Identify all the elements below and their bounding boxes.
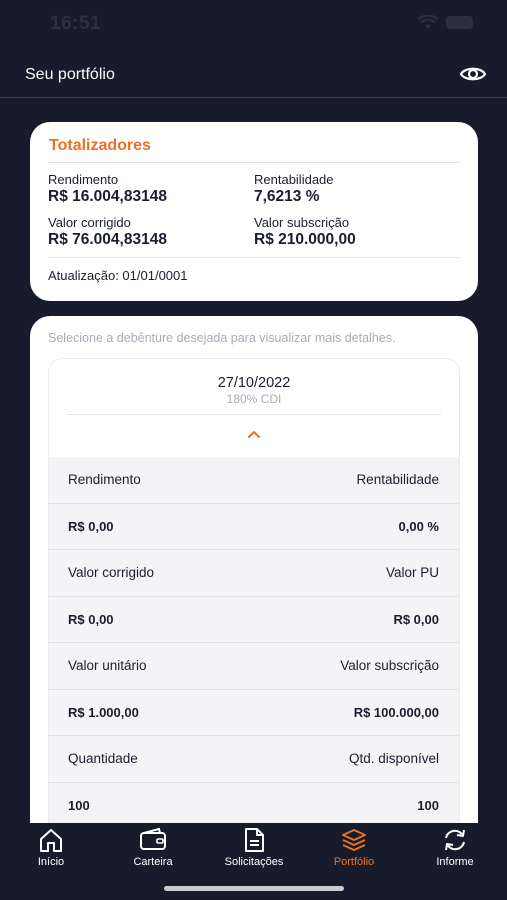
valor-corrigido-label: Valor corrigido: [48, 215, 131, 230]
layers-icon: [342, 829, 366, 851]
row-right: 0,00 %: [398, 518, 439, 534]
row-right: Valor subscrição: [340, 658, 439, 674]
tab-carteira[interactable]: Carteira: [103, 823, 203, 873]
debenture-date: 27/10/2022: [217, 375, 291, 391]
row-right: R$ 100.000,00: [353, 704, 439, 720]
table-row: Quantidade Qtd. disponível: [49, 736, 459, 783]
row-right: Valor PU: [385, 565, 439, 581]
tab-label: Carteira: [133, 856, 173, 868]
row-left: R$ 0,00: [68, 611, 114, 627]
chevron-up-icon[interactable]: [247, 429, 261, 439]
refresh-icon: [445, 829, 465, 851]
tab-inicio[interactable]: Início: [1, 823, 101, 873]
status-icons: [418, 15, 473, 30]
tab-portfolio[interactable]: Portfólio: [304, 823, 404, 873]
valor-subscricao-value: R$ 210.000,00: [254, 231, 356, 248]
table-row: R$ 0,00 R$ 0,00: [49, 596, 459, 643]
debenture-rate: 180% CDI: [226, 392, 282, 406]
row-right: Rentabilidade: [356, 472, 439, 488]
valor-subscricao-label: Valor subscrição: [254, 215, 350, 230]
table-row: Valor unitário Valor subscrição: [49, 643, 459, 690]
totals-title: Totalizadores: [49, 137, 151, 154]
tab-label: Informe: [436, 856, 474, 868]
row-right: Qtd. disponível: [348, 751, 439, 767]
hint-text: Selecione a debênture desejada para visu…: [48, 331, 396, 345]
debenture-item[interactable]: 27/10/2022 180% CDI Rendimento Rentabili…: [48, 358, 460, 836]
tab-informe[interactable]: Informe: [405, 823, 505, 873]
table-row: R$ 0,00 0,00 %: [49, 503, 459, 550]
page-title: Seu portfólio: [25, 66, 115, 83]
rendimento-value: R$ 16.004,83148: [48, 188, 167, 205]
row-left: Quantidade: [68, 751, 138, 767]
home-icon: [40, 829, 62, 852]
valor-corrigido-value: R$ 76.004,83148: [48, 231, 167, 248]
rentabilidade-label: Rentabilidade: [254, 172, 334, 187]
document-icon: [245, 828, 264, 852]
eye-icon[interactable]: [459, 64, 487, 84]
rentabilidade-value: 7,6213 %: [254, 188, 320, 205]
row-left: Valor unitário: [68, 658, 147, 674]
tab-label: Início: [37, 856, 65, 868]
row-left: Valor corrigido: [68, 565, 155, 581]
divider: [48, 257, 460, 258]
row-left: Rendimento: [68, 472, 141, 488]
totals-card: Totalizadores Rendimento R$ 16.004,83148…: [30, 122, 478, 301]
rendimento-label: Rendimento: [48, 172, 119, 187]
row-left: R$ 0,00: [68, 518, 114, 534]
wifi-icon: [418, 15, 438, 29]
divider: [48, 162, 460, 163]
update-label: Atualização: 01/01/0001: [48, 268, 188, 283]
table-row: R$ 1.000,00 R$ 100.000,00: [49, 689, 459, 736]
nav-bar: Seu portfólio: [0, 50, 507, 98]
battery-icon: [446, 16, 473, 29]
debenture-list-card: Selecione a debênture desejada para visu…: [30, 316, 478, 836]
table-row: Rendimento Rentabilidade: [49, 457, 459, 504]
row-left: 100: [68, 797, 90, 813]
status-bar: 16:51: [0, 0, 507, 50]
divider: [67, 414, 441, 415]
detail-table: Rendimento Rentabilidade R$ 0,00 0,00 % …: [49, 457, 459, 829]
home-indicator: [164, 886, 344, 891]
tab-label: Portfólio: [333, 856, 375, 868]
table-row: Valor corrigido Valor PU: [49, 550, 459, 597]
tab-solicitacoes[interactable]: Solicitações: [204, 823, 304, 873]
status-time: 16:51: [50, 13, 102, 34]
row-right: 100: [417, 797, 439, 813]
tab-label: Solicitações: [224, 856, 284, 868]
wallet-icon: [140, 827, 166, 850]
row-right: R$ 0,00: [393, 611, 439, 627]
row-left: R$ 1.000,00: [68, 704, 139, 720]
